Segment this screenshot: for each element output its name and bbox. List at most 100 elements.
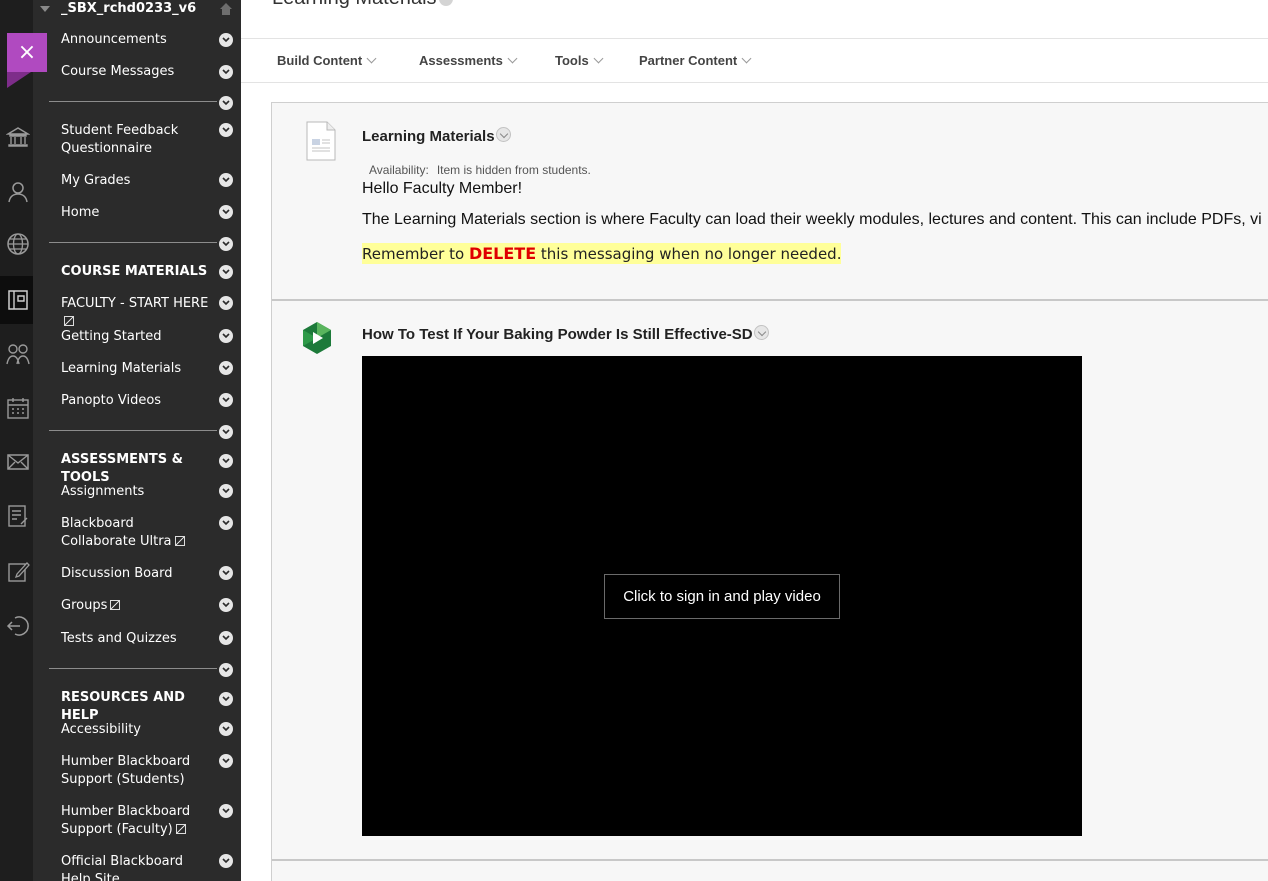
- reminder-post: this messaging when no longer needed.: [536, 245, 842, 263]
- chevron-down-icon[interactable]: [219, 237, 233, 251]
- availability-label: Availability:: [369, 163, 429, 177]
- chevron-down-icon[interactable]: [219, 361, 233, 375]
- chevron-down-icon: [741, 53, 752, 64]
- menu-heading-assessments-tools[interactable]: ASSESSMENTS & TOOLS: [61, 451, 221, 487]
- chevron-down-icon[interactable]: [753, 325, 769, 340]
- globe-icon[interactable]: [4, 230, 32, 258]
- chevron-down-icon: [366, 53, 377, 64]
- content-item-title[interactable]: Learning Materials: [362, 127, 511, 145]
- external-link-icon: [64, 316, 74, 326]
- menu-item-faculty-start-here[interactable]: FACULTY - START HERE: [61, 295, 221, 331]
- chevron-down-icon[interactable]: [219, 722, 233, 736]
- home-icon[interactable]: [219, 1, 233, 20]
- profile-icon[interactable]: [4, 178, 32, 206]
- build-content-label: Build Content: [277, 53, 363, 68]
- chevron-down-icon[interactable]: [219, 454, 233, 468]
- chevron-down-icon[interactable]: [219, 631, 233, 645]
- chevron-down-icon: [507, 53, 518, 64]
- chevron-down-icon[interactable]: [219, 173, 233, 187]
- chevron-down-icon[interactable]: [495, 127, 511, 142]
- calendar-icon[interactable]: [4, 394, 32, 422]
- menu-item-blackboard-help[interactable]: Official Blackboard Help Site: [61, 853, 211, 881]
- chevron-down-icon[interactable]: [219, 296, 233, 310]
- menu-heading-resources-help[interactable]: RESOURCES AND HELP: [61, 689, 221, 725]
- external-link-icon: [175, 824, 186, 834]
- chevron-down-icon[interactable]: [219, 96, 233, 110]
- build-content-menu[interactable]: Build Content: [277, 53, 377, 68]
- menu-item-support-faculty[interactable]: Humber Blackboard Support (Faculty): [61, 803, 211, 839]
- chevron-down-icon[interactable]: [219, 329, 233, 343]
- video-player[interactable]: Click to sign in and play video: [362, 356, 1082, 836]
- chevron-down-icon[interactable]: [219, 123, 233, 137]
- grades-icon[interactable]: [4, 502, 32, 530]
- chevron-down-icon[interactable]: [219, 754, 233, 768]
- menu-item-groups[interactable]: Groups: [61, 597, 211, 615]
- menu-item-learning-materials[interactable]: Learning Materials: [61, 360, 211, 378]
- messages-icon[interactable]: [4, 448, 32, 476]
- chevron-down-icon: [593, 53, 604, 64]
- chevron-down-icon[interactable]: [219, 425, 233, 439]
- content-item: How To Test If Your Baking Powder Is Sti…: [272, 301, 1268, 861]
- content-item: Learning Materials Availability: Item is …: [272, 103, 1268, 301]
- organizations-icon[interactable]: [4, 340, 32, 368]
- main-content: Learning Materials Build Content Assessm…: [241, 0, 1268, 881]
- menu-item-announcements[interactable]: Announcements: [61, 31, 211, 49]
- sign-out-icon[interactable]: [4, 612, 32, 640]
- menu-item-assignments[interactable]: Assignments: [61, 483, 211, 501]
- external-link-icon: [110, 600, 121, 610]
- menu-item-accessibility[interactable]: Accessibility: [61, 721, 211, 739]
- chevron-down-icon[interactable]: [219, 566, 233, 580]
- menu-item-support-students[interactable]: Humber Blackboard Support (Students): [61, 753, 211, 789]
- chevron-down-icon[interactable]: [219, 663, 233, 677]
- course-menu: _SBX_rchd0233_v6 Announcements Course Me…: [33, 0, 241, 881]
- menu-item-panopto-videos[interactable]: Panopto Videos: [61, 392, 211, 410]
- content-item-title[interactable]: How To Test If Your Baking Powder Is Sti…: [362, 325, 769, 343]
- chevron-down-icon[interactable]: [219, 692, 233, 706]
- reminder-pre: Remember to: [362, 245, 469, 263]
- menu-divider: [49, 430, 217, 431]
- chevron-down-icon[interactable]: [219, 205, 233, 219]
- menu-item-discussion-board[interactable]: Discussion Board: [61, 565, 211, 583]
- chevron-down-icon[interactable]: [219, 516, 233, 530]
- item-title-text: How To Test If Your Baking Powder Is Sti…: [362, 326, 753, 343]
- tools-label: Tools: [555, 53, 589, 68]
- edit-icon[interactable]: [4, 558, 32, 586]
- reminder-emphasis: DELETE: [468, 244, 537, 263]
- document-icon: [306, 121, 336, 165]
- partner-content-menu[interactable]: Partner Content: [639, 53, 752, 68]
- tools-menu[interactable]: Tools: [555, 53, 604, 68]
- chevron-down-icon[interactable]: [219, 65, 233, 79]
- sign-in-play-button[interactable]: Click to sign in and play video: [604, 574, 840, 619]
- courses-icon[interactable]: [4, 286, 32, 314]
- availability-info: Availability: Item is hidden from student…: [369, 163, 591, 177]
- menu-divider: [49, 668, 217, 669]
- course-title[interactable]: _SBX_rchd0233_v6: [61, 1, 196, 16]
- menu-item-blackboard-collaborate[interactable]: Blackboard Collaborate Ultra: [61, 515, 211, 551]
- assessments-menu[interactable]: Assessments: [419, 53, 518, 68]
- menu-item-tests-quizzes[interactable]: Tests and Quizzes: [61, 630, 211, 648]
- collapse-caret-icon[interactable]: [40, 6, 50, 12]
- chevron-down-icon[interactable]: [219, 33, 233, 47]
- menu-item-course-messages[interactable]: Course Messages: [61, 63, 211, 81]
- chevron-down-icon[interactable]: [219, 484, 233, 498]
- chevron-down-icon[interactable]: [219, 393, 233, 407]
- close-menu-button[interactable]: ×: [7, 33, 47, 72]
- external-link-icon: [174, 536, 185, 546]
- menu-item-home[interactable]: Home: [61, 204, 211, 222]
- greeting-text: Hello Faculty Member!: [362, 180, 523, 197]
- institution-icon[interactable]: [4, 123, 32, 151]
- chevron-down-icon[interactable]: [219, 804, 233, 818]
- title-options-icon[interactable]: [439, 0, 453, 6]
- chevron-down-icon[interactable]: [219, 854, 233, 868]
- availability-value: Item is hidden from students.: [436, 163, 591, 177]
- menu-heading-course-materials[interactable]: COURSE MATERIALS: [61, 263, 211, 281]
- global-nav-rail: [0, 0, 33, 881]
- menu-item-my-grades[interactable]: My Grades: [61, 172, 211, 190]
- content-item: [272, 861, 1268, 881]
- chevron-down-icon[interactable]: [219, 265, 233, 279]
- page-title: Learning Materials: [272, 0, 437, 10]
- chevron-down-icon[interactable]: [219, 598, 233, 612]
- menu-item-student-feedback[interactable]: Student Feedback Questionnaire: [61, 122, 211, 158]
- menu-item-getting-started[interactable]: Getting Started: [61, 328, 211, 346]
- menu-item-label: Humber Blackboard Support (Faculty): [61, 804, 191, 837]
